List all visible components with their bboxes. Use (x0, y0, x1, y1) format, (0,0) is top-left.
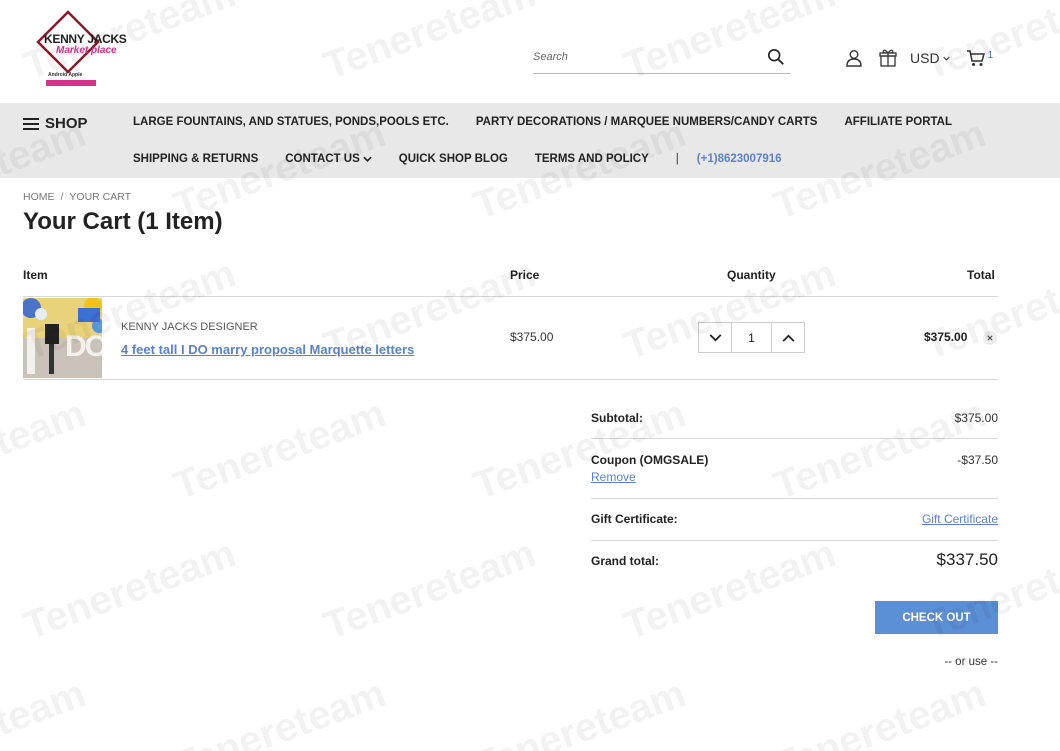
quantity-stepper: 1 (698, 322, 805, 353)
site-header: KENNY JACKS Market place Android Apple U… (0, 0, 1060, 103)
page-title: Your Cart (1 Item) (23, 208, 223, 235)
user-icon[interactable] (844, 48, 864, 68)
breadcrumb-separator: / (60, 191, 64, 203)
currency-selector[interactable]: USD (910, 50, 950, 66)
cart-count-badge: 1 (987, 50, 994, 61)
shop-label: SHOP (45, 115, 88, 132)
summary-divider (591, 438, 998, 439)
shop-menu-button[interactable]: SHOP (23, 115, 88, 132)
logo-text-sub: Market place (56, 45, 117, 56)
quantity-increase-button[interactable] (771, 322, 805, 353)
column-header-item: Item (23, 268, 48, 282)
logo-text-main: KENNY JACKS (44, 32, 127, 46)
gift-certificate-label: Gift Certificate: (591, 512, 678, 526)
watermark-text: Tenereteam (168, 391, 391, 508)
checkout-button[interactable]: CHECK OUT (875, 601, 998, 634)
quantity-decrease-button[interactable] (698, 322, 732, 353)
product-brand: KENNY JACKS DESIGNER (121, 321, 258, 333)
nav-row-primary: LARGE FOUNTAINS, AND STATUES, PONDS,POOL… (133, 116, 979, 128)
cart-button[interactable]: 1 (966, 48, 994, 68)
watermark-text: Tenereteam (468, 391, 691, 508)
chevron-up-icon (782, 334, 794, 342)
hamburger-icon (23, 117, 39, 130)
breadcrumb-current: YOUR CART (69, 191, 132, 203)
nav-item-terms-policy[interactable]: TERMS AND POLICY (535, 153, 649, 165)
column-header-quantity: Quantity (727, 268, 776, 282)
subtotal-label: Subtotal: (591, 411, 643, 425)
watermark-text: Tenereteam (618, 531, 841, 648)
nav-item-contact-us[interactable]: CONTACT US (285, 153, 372, 165)
nav-item-affiliate-portal[interactable]: AFFILIATE PORTAL (844, 116, 952, 128)
coupon-value: -$37.50 (957, 453, 998, 467)
table-row-divider (23, 379, 998, 380)
nav-item-party-decorations[interactable]: PARTY DECORATIONS / MARQUEE NUMBERS/CAND… (476, 116, 818, 128)
nav-item-quick-shop-blog[interactable]: QUICK SHOP BLOG (399, 153, 508, 165)
summary-divider (591, 540, 998, 541)
grand-total-label: Grand total: (591, 554, 659, 568)
nav-phone-link[interactable]: (+1)8623007916 (697, 153, 782, 165)
contact-us-label: CONTACT US (285, 153, 360, 165)
search-bar (533, 42, 791, 74)
nav-item-fountains[interactable]: LARGE FOUNTAINS, AND STATUES, PONDS,POOL… (133, 116, 449, 128)
subtotal-value: $375.00 (954, 411, 998, 425)
chevron-down-icon (942, 56, 950, 61)
table-header-divider (23, 296, 998, 297)
product-name-link[interactable]: 4 feet tall I DO marry proposal Marquett… (121, 342, 414, 357)
watermark-text: Tenereteam (768, 671, 991, 751)
column-header-total: Total (967, 268, 995, 282)
chevron-down-icon (709, 333, 721, 341)
main-nav: SHOP LARGE FOUNTAINS, AND STATUES, PONDS… (0, 103, 1060, 178)
gift-certificate-link[interactable]: Gift Certificate (922, 512, 998, 526)
grand-total-value: $337.50 (936, 550, 998, 569)
coupon-label: Coupon (OMGSALE) (591, 453, 709, 467)
watermark-text: Tenereteam (168, 671, 391, 751)
breadcrumb-home[interactable]: HOME (23, 191, 55, 203)
thumb-letters: DO (65, 330, 102, 363)
search-input[interactable] (533, 42, 753, 72)
or-use-label: -- or use -- (944, 656, 998, 668)
watermark-text: Tenereteam (0, 391, 91, 508)
logo-text-platforms: Android Apple (48, 72, 83, 78)
watermark-text: Tenereteam (18, 531, 241, 648)
product-thumbnail[interactable]: DO (23, 298, 102, 378)
watermark-text: Tenereteam (318, 531, 541, 648)
coupon-remove-link[interactable]: Remove (591, 470, 636, 484)
nav-item-shipping-returns[interactable]: SHIPPING & RETURNS (133, 153, 258, 165)
chevron-down-icon (363, 156, 372, 162)
breadcrumb: HOME / YOUR CART (23, 191, 131, 203)
header-actions: USD 1 (844, 46, 993, 70)
row-total: $375.00 (924, 330, 968, 344)
cart-icon (966, 50, 985, 66)
quantity-input[interactable]: 1 (732, 322, 771, 353)
site-logo[interactable]: KENNY JACKS Market place Android Apple (30, 8, 130, 88)
search-icon[interactable] (767, 48, 785, 66)
nav-row-secondary: SHIPPING & RETURNS CONTACT US QUICK SHOP… (133, 153, 809, 165)
column-header-price: Price (510, 268, 540, 282)
currency-label: USD (910, 50, 940, 66)
summary-divider (591, 498, 998, 499)
remove-item-button[interactable] (983, 331, 997, 345)
watermark-text: Tenereteam (768, 391, 991, 508)
product-price: $375.00 (510, 330, 554, 344)
watermark-text: Tenereteam (468, 671, 691, 751)
nav-separator: | (675, 153, 679, 165)
watermark-text: Tenereteam (0, 671, 91, 751)
gift-icon[interactable] (878, 48, 898, 68)
close-icon (987, 335, 993, 341)
